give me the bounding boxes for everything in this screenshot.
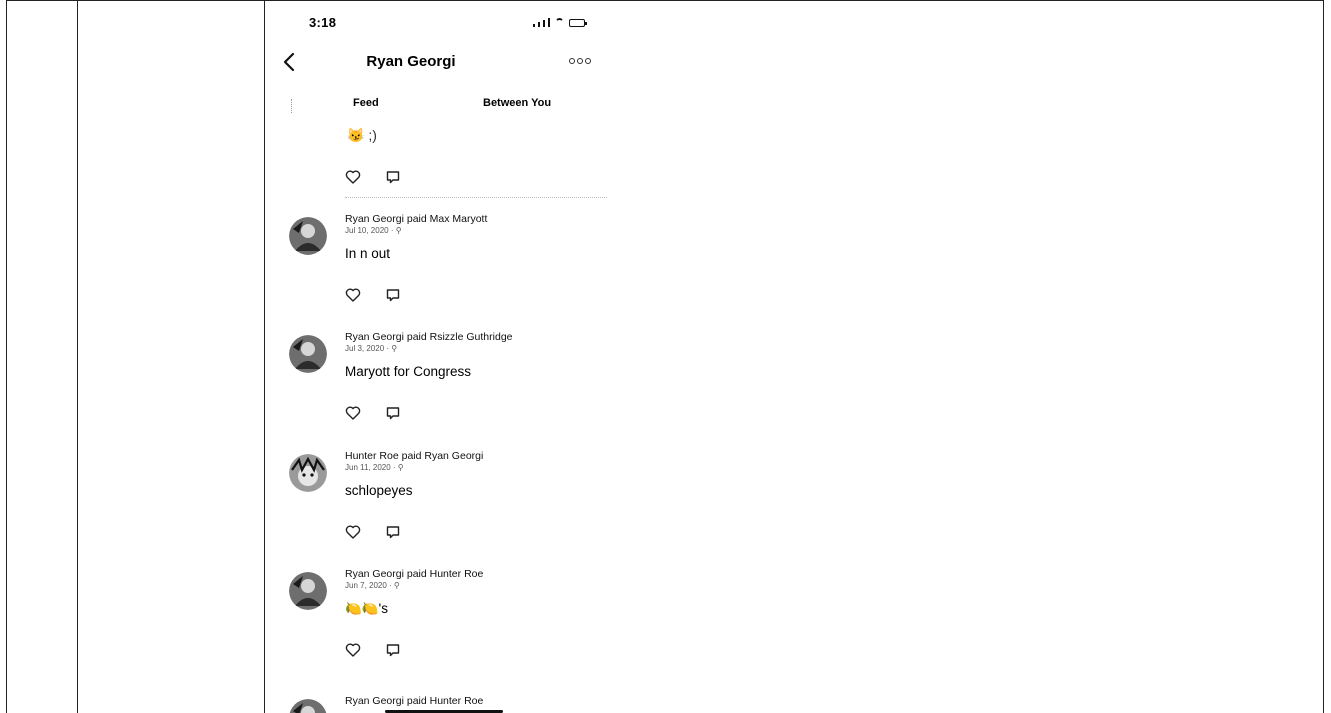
feed-item-header: Ryan Georgi paid Max Maryott [345,213,488,225]
feed-item-note: 🍋🍋's [345,601,388,616]
heart-icon[interactable] [345,169,361,185]
signal-bar [548,18,550,27]
partial-note: 😼 ;) [347,127,377,143]
battery-icon [569,19,587,27]
comment-icon[interactable] [385,524,401,540]
page-title: Ryan Georgi [366,53,456,70]
action-row [345,405,401,421]
nav-bar: Ryan Georgi [265,45,625,81]
signal-bar [543,20,545,27]
document-frame [6,0,1324,713]
ellipsis-dot [585,58,591,64]
comment-icon[interactable] [385,642,401,658]
tab-feed[interactable]: Feed [353,97,379,109]
feed-item-note: Maryott for Congress [345,364,472,379]
heart-icon[interactable] [345,405,361,421]
feed-item-note: schlopeyes [345,483,413,498]
avatar [289,699,327,713]
avatar [289,335,327,373]
feed-item-date: Jul 3, 2020 · ⚲ [345,344,398,353]
wifi-icon [555,18,564,27]
column-divider-1 [77,0,78,713]
comment-icon[interactable] [385,287,401,303]
avatar [289,454,327,492]
heart-icon[interactable] [345,642,361,658]
tab-indicator [291,99,293,113]
status-bar: 3:18 [265,1,625,41]
feed-item-header: Hunter Roe paid Ryan Georgi [345,450,484,462]
action-row [345,287,401,303]
heart-icon[interactable] [345,524,361,540]
ellipsis-dot [577,58,583,64]
action-row [345,524,401,540]
phone-screenshot: 3:18 Ryan Georgi Feed Between You 😼 ;) R… [265,1,625,713]
status-icons [533,15,587,27]
feed-item-date: Jul 10, 2020 · ⚲ [345,226,402,235]
heart-icon[interactable] [345,287,361,303]
ellipsis-icon[interactable] [569,58,591,64]
action-row [345,169,401,185]
action-row [345,642,401,658]
comment-icon[interactable] [385,169,401,185]
feed-divider [345,197,607,198]
signal-bar [538,22,540,27]
feed-item-date: Jun 11, 2020 · ⚲ [345,463,404,472]
ellipsis-dot [569,58,575,64]
tab-between-you[interactable]: Between You [483,97,551,109]
tab-bar: Feed Between You [265,93,625,117]
feed-item-header: Ryan Georgi paid Rsizzle Guthridge [345,331,513,343]
feed-item-date: Jun 7, 2020 · ⚲ [345,581,400,590]
avatar [289,217,327,255]
signal-icon [533,24,535,27]
comment-icon[interactable] [385,405,401,421]
feed-item-header: Ryan Georgi paid Hunter Roe [345,568,484,580]
feed-item-note: In n out [345,246,391,261]
status-time: 3:18 [309,15,337,30]
feed-item-header: Ryan Georgi paid Hunter Roe [345,695,484,707]
avatar [289,572,327,610]
